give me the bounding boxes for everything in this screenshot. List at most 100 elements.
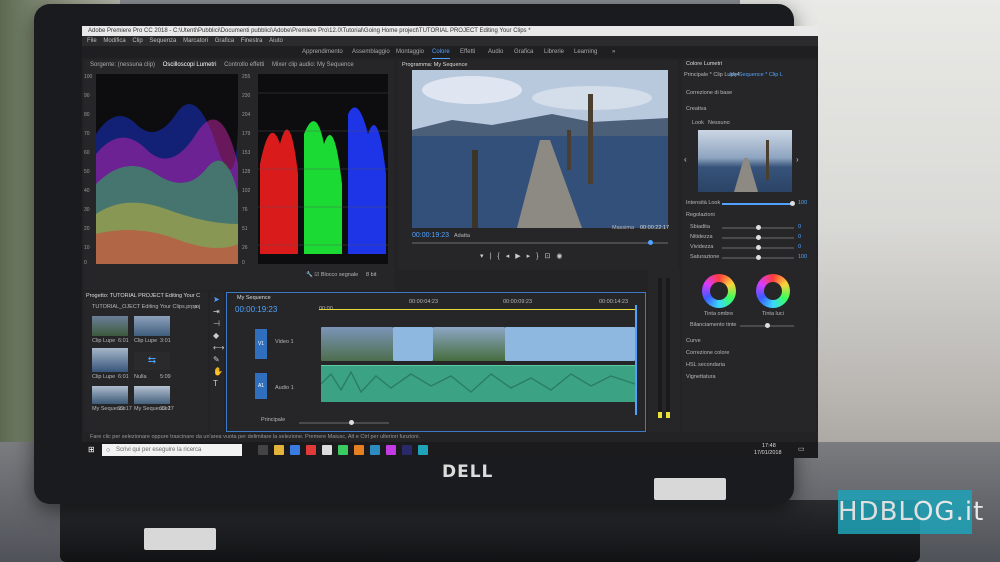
menu-help[interactable]: Aiuto bbox=[269, 38, 283, 44]
app-icon[interactable] bbox=[322, 445, 332, 455]
video-clip[interactable] bbox=[321, 327, 393, 361]
workspace-effects[interactable]: Effetti bbox=[460, 46, 475, 58]
slider-knob[interactable] bbox=[790, 201, 795, 206]
workspace-learning2[interactable]: Learning bbox=[574, 46, 597, 58]
section-hsl-secondary[interactable]: HSL secondaria bbox=[686, 362, 725, 368]
clock-date[interactable]: 17/01/2018 bbox=[754, 450, 782, 456]
section-basic-correction[interactable]: Correzione di base bbox=[686, 90, 732, 96]
workspace-learning[interactable]: Apprendimento bbox=[302, 46, 343, 58]
workspace-assembly[interactable]: Assemblaggio bbox=[352, 46, 390, 58]
edge-icon[interactable] bbox=[290, 445, 300, 455]
timeline-zoom-bar[interactable] bbox=[299, 420, 389, 425]
mix-label[interactable]: Principale bbox=[261, 417, 285, 423]
razor-icon[interactable]: ◆ bbox=[213, 332, 219, 340]
wrench-icon[interactable]: 🔧 bbox=[306, 272, 313, 278]
clamp-checkbox[interactable]: ☑ bbox=[314, 272, 319, 278]
lumetri-sequence[interactable]: My Sequence * Clip L bbox=[730, 72, 783, 78]
faded-value[interactable]: 0 bbox=[798, 224, 801, 230]
timeline-timecode[interactable]: 00:00:19:23 bbox=[235, 305, 277, 314]
tab-audio-clip-mixer[interactable]: Mixer clip audio: My Sequence bbox=[272, 62, 354, 68]
mark-in-icon[interactable]: ▾ bbox=[480, 253, 490, 260]
go-to-in-icon[interactable]: { bbox=[497, 253, 505, 260]
section-color-wheels[interactable]: Correzione colore bbox=[686, 350, 729, 356]
look-next-icon[interactable]: › bbox=[796, 156, 799, 164]
clip-thumbnail[interactable] bbox=[134, 386, 170, 404]
app-icon[interactable] bbox=[306, 445, 316, 455]
clip-thumbnail[interactable] bbox=[92, 348, 128, 372]
menu-window[interactable]: Finestra bbox=[241, 38, 263, 44]
highlight-tint-wheel[interactable] bbox=[756, 274, 790, 308]
slip-icon[interactable]: ⟷ bbox=[213, 344, 224, 352]
menu-clip[interactable]: Clip bbox=[132, 38, 142, 44]
sharpen-slider[interactable] bbox=[722, 235, 794, 240]
section-vignette[interactable]: Vignettatura bbox=[686, 374, 716, 380]
app-icon[interactable] bbox=[370, 445, 380, 455]
windows-start-icon[interactable]: ⊞ bbox=[88, 446, 95, 454]
menu-graphics[interactable]: Grafica bbox=[215, 38, 234, 44]
clip-thumbnail[interactable] bbox=[92, 386, 128, 404]
section-creative[interactable]: Creativa bbox=[686, 106, 706, 112]
intensity-slider[interactable] bbox=[722, 201, 795, 206]
fit-select[interactable]: Adatta bbox=[454, 233, 470, 239]
hand-icon[interactable]: ✋ bbox=[213, 368, 223, 376]
clip-thumbnail[interactable] bbox=[92, 316, 128, 336]
track-name-audio[interactable]: Audio 1 bbox=[275, 385, 294, 391]
step-back-icon[interactable]: ◂ bbox=[506, 253, 516, 260]
intensity-value[interactable]: 100 bbox=[798, 200, 807, 206]
faded-slider[interactable] bbox=[722, 225, 794, 230]
track-name-video[interactable]: Video 1 bbox=[275, 339, 294, 345]
chrome-icon[interactable] bbox=[338, 445, 348, 455]
tint-balance-slider[interactable] bbox=[740, 323, 794, 328]
slider-knob[interactable] bbox=[756, 235, 761, 240]
premiere-icon[interactable] bbox=[402, 445, 412, 455]
track-target-video[interactable]: V1 bbox=[255, 329, 267, 359]
video-clip[interactable] bbox=[433, 327, 505, 361]
bit-depth-select[interactable]: 8 bit bbox=[366, 272, 376, 278]
playhead[interactable] bbox=[635, 305, 637, 415]
file-explorer-icon[interactable] bbox=[274, 445, 284, 455]
workspace-audio[interactable]: Audio bbox=[488, 46, 503, 58]
tab-lumetri-scopes[interactable]: Oscilloscopi Lumetri bbox=[163, 62, 217, 68]
clamp-signal-label[interactable]: 🔧 ☑ Blocco segnale bbox=[306, 272, 358, 278]
slider-knob[interactable] bbox=[765, 323, 770, 328]
clip-thumbnail[interactable] bbox=[134, 316, 170, 336]
track-select-icon[interactable]: ⇥ bbox=[213, 308, 220, 316]
menu-sequence[interactable]: Sequenza bbox=[149, 38, 176, 44]
audio-clip[interactable] bbox=[320, 365, 636, 402]
lift-icon[interactable]: ⊡ bbox=[544, 253, 556, 260]
video-clip[interactable] bbox=[393, 327, 433, 361]
slider-knob[interactable] bbox=[349, 420, 354, 425]
play-icon[interactable]: ▶ bbox=[515, 253, 526, 260]
work-area-bar[interactable] bbox=[319, 309, 635, 310]
menu-file[interactable]: File bbox=[87, 38, 97, 44]
track-target-audio[interactable]: A1 bbox=[255, 373, 267, 399]
ripple-edit-icon[interactable]: ⊣ bbox=[213, 320, 220, 328]
slider-knob[interactable] bbox=[756, 255, 761, 260]
program-scrub-bar[interactable] bbox=[412, 240, 668, 245]
clock-time[interactable]: 17:48 bbox=[762, 443, 776, 449]
nest-icon[interactable]: ⇆ bbox=[134, 352, 170, 370]
video-clip[interactable] bbox=[505, 327, 635, 361]
workspace-editing[interactable]: Montaggio bbox=[396, 46, 424, 58]
vibrance-value[interactable]: 0 bbox=[798, 244, 801, 250]
export-frame-icon[interactable]: ◉ bbox=[556, 253, 568, 260]
look-preview-thumbnail[interactable] bbox=[698, 130, 792, 192]
sharpen-value[interactable]: 0 bbox=[798, 234, 801, 240]
lumetri-title[interactable]: Colore Lumetri bbox=[686, 61, 722, 67]
tab-effect-controls[interactable]: Controllo effetti bbox=[224, 62, 264, 68]
workspace-libraries[interactable]: Librerie bbox=[544, 46, 564, 58]
slider-knob[interactable] bbox=[756, 225, 761, 230]
program-monitor-title[interactable]: Programma: My Sequence bbox=[402, 62, 467, 68]
search-icon[interactable]: ⌕ bbox=[194, 304, 198, 311]
notifications-icon[interactable]: ▭ bbox=[798, 446, 805, 453]
menu-edit[interactable]: Modifica bbox=[103, 38, 125, 44]
task-view-icon[interactable] bbox=[258, 445, 268, 455]
timeline-tab[interactable]: My Sequence bbox=[237, 295, 271, 301]
type-icon[interactable]: T bbox=[213, 380, 218, 388]
vibrance-slider[interactable] bbox=[722, 245, 794, 250]
saturation-value[interactable]: 100 bbox=[798, 254, 807, 260]
workspaces-more-icon[interactable]: » bbox=[612, 46, 615, 58]
quality-select[interactable]: Massima bbox=[612, 225, 634, 231]
program-timecode[interactable]: 00:00:19:23 bbox=[412, 232, 449, 239]
playhead-knob[interactable] bbox=[648, 240, 653, 245]
